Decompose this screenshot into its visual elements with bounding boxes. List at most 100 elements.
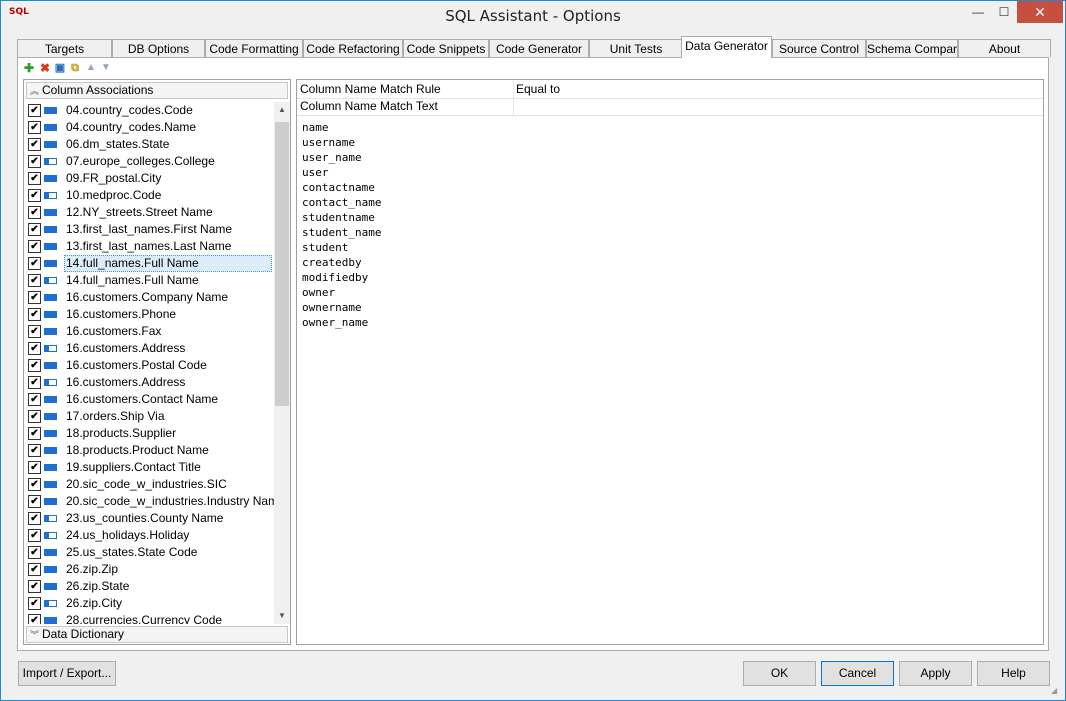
association-row[interactable]: ✔ 18.products.Product Name [26, 442, 272, 459]
association-row[interactable]: ✔ 10.medproc.Code [26, 187, 272, 204]
association-row[interactable]: ✔ 14.full_names.Full Name [26, 255, 272, 272]
association-row[interactable]: ✔ 26.zip.State [26, 578, 272, 595]
resize-grip-icon[interactable]: ◢ [1051, 686, 1061, 696]
association-row[interactable]: ✔ 25.us_states.State Code [26, 544, 272, 561]
tab-code-snippets[interactable]: Code Snippets [403, 39, 489, 57]
association-checkbox[interactable]: ✔ [28, 240, 41, 253]
import-export-button[interactable]: Import / Export... [18, 661, 116, 686]
tab-targets[interactable]: Targets [17, 39, 112, 57]
association-checkbox[interactable]: ✔ [28, 274, 41, 287]
association-checkbox[interactable]: ✔ [28, 546, 41, 559]
association-row[interactable]: ✔ 16.customers.Address [26, 340, 272, 357]
association-row[interactable]: ✔ 16.customers.Postal Code [26, 357, 272, 374]
tab-source-control[interactable]: Source Control [772, 39, 866, 57]
association-checkbox[interactable]: ✔ [28, 614, 41, 624]
association-checkbox[interactable]: ✔ [28, 427, 41, 440]
association-checkbox[interactable]: ✔ [28, 461, 41, 474]
property-row-match-text[interactable]: Column Name Match Text [297, 98, 1043, 116]
tab-code-generator[interactable]: Code Generator [489, 39, 589, 57]
association-row[interactable]: ✔ 20.sic_code_w_industries.SIC [26, 476, 272, 493]
association-checkbox[interactable]: ✔ [28, 410, 41, 423]
title-bar[interactable]: SQL SQL Assistant - Options — ☐ ✕ [1, 1, 1065, 31]
association-checkbox[interactable]: ✔ [28, 478, 41, 491]
association-row[interactable]: ✔ 16.customers.Phone [26, 306, 272, 323]
association-checkbox[interactable]: ✔ [28, 189, 41, 202]
association-checkbox[interactable]: ✔ [28, 597, 41, 610]
match-rule-value[interactable]: Equal to [516, 82, 560, 97]
scroll-up-icon[interactable]: ▲ [274, 102, 290, 118]
association-row[interactable]: ✔ 06.dm_states.State [26, 136, 272, 153]
association-checkbox[interactable]: ✔ [28, 342, 41, 355]
association-row[interactable]: ✔ 16.customers.Address [26, 374, 272, 391]
move-up-icon[interactable]: ▲ [85, 62, 97, 74]
scrollbar-thumb[interactable] [275, 122, 289, 406]
association-row[interactable]: ✔ 28.currencies.Currency Code [26, 612, 272, 624]
association-checkbox[interactable]: ✔ [28, 138, 41, 151]
association-row[interactable]: ✔ 04.country_codes.Code [26, 102, 272, 119]
tab-code-refactoring[interactable]: Code Refactoring [303, 39, 403, 57]
association-row[interactable]: ✔ 13.first_last_names.Last Name [26, 238, 272, 255]
minimize-button[interactable]: — [965, 1, 991, 23]
tab-code-formatting[interactable]: Code Formatting [205, 39, 303, 57]
association-checkbox[interactable]: ✔ [28, 359, 41, 372]
association-checkbox[interactable]: ✔ [28, 376, 41, 389]
association-row[interactable]: ✔ 17.orders.Ship Via [26, 408, 272, 425]
tab-about[interactable]: About [958, 39, 1051, 57]
maximize-button[interactable]: ☐ [991, 1, 1017, 23]
association-row[interactable]: ✔ 16.customers.Company Name [26, 289, 272, 306]
scroll-down-icon[interactable]: ▼ [274, 608, 290, 624]
association-row[interactable]: ✔ 23.us_counties.County Name [26, 510, 272, 527]
column-associations-list[interactable]: ✔ 04.country_codes.Code ✔ 04.country_codes.… [26, 102, 274, 624]
association-checkbox[interactable]: ✔ [28, 257, 41, 270]
edit-icon[interactable]: ▣ [54, 62, 66, 74]
apply-button[interactable]: Apply [899, 661, 972, 686]
association-checkbox[interactable]: ✔ [28, 580, 41, 593]
association-row[interactable]: ✔ 19.suppliers.Contact Title [26, 459, 272, 476]
association-checkbox[interactable]: ✔ [28, 529, 41, 542]
property-row-match-rule[interactable]: Column Name Match Rule Equal to [297, 81, 1043, 99]
tab-db-options[interactable]: DB Options [112, 39, 205, 57]
add-icon[interactable]: ✚ [23, 62, 35, 74]
association-row[interactable]: ✔ 12.NY_streets.Street Name [26, 204, 272, 221]
association-checkbox[interactable]: ✔ [28, 121, 41, 134]
association-row[interactable]: ✔ 26.zip.City [26, 595, 272, 612]
association-checkbox[interactable]: ✔ [28, 308, 41, 321]
help-button[interactable]: Help [977, 661, 1050, 686]
association-checkbox[interactable]: ✔ [28, 393, 41, 406]
vertical-scrollbar[interactable]: ▲ ▼ [274, 102, 290, 624]
column-associations-header[interactable]: ︽ Column Associations [26, 82, 288, 99]
association-checkbox[interactable]: ✔ [28, 444, 41, 457]
association-row[interactable]: ✔ 16.customers.Fax [26, 323, 272, 340]
move-down-icon[interactable]: ▼ [100, 62, 112, 74]
association-row[interactable]: ✔ 20.sic_code_w_industries.Industry Name [26, 493, 274, 510]
copy-icon[interactable]: ⧉ [69, 62, 81, 74]
association-row[interactable]: ✔ 14.full_names.Full Name [26, 272, 272, 289]
tab-schema-compare[interactable]: Schema Compare [866, 39, 958, 57]
ok-button[interactable]: OK [743, 661, 816, 686]
delete-icon[interactable]: ✖ [39, 62, 51, 74]
association-checkbox[interactable]: ✔ [28, 512, 41, 525]
association-row[interactable]: ✔ 24.us_holidays.Holiday [26, 527, 272, 544]
association-row[interactable]: ✔ 26.zip.Zip [26, 561, 272, 578]
match-names-editor[interactable]: name username user_name user contactname cont… [302, 120, 381, 330]
association-checkbox[interactable]: ✔ [28, 325, 41, 338]
data-dictionary-header[interactable]: ︾ Data Dictionary [26, 626, 288, 643]
association-checkbox[interactable]: ✔ [28, 206, 41, 219]
association-row[interactable]: ✔ 09.FR_postal.City [26, 170, 272, 187]
association-row[interactable]: ✔ 16.customers.Contact Name [26, 391, 272, 408]
cancel-button[interactable]: Cancel [821, 661, 894, 686]
close-button[interactable]: ✕ [1017, 1, 1063, 23]
association-checkbox[interactable]: ✔ [28, 172, 41, 185]
association-checkbox[interactable]: ✔ [28, 291, 41, 304]
association-checkbox[interactable]: ✔ [28, 495, 41, 508]
association-checkbox[interactable]: ✔ [28, 104, 41, 117]
association-checkbox[interactable]: ✔ [28, 155, 41, 168]
association-checkbox[interactable]: ✔ [28, 223, 41, 236]
association-row[interactable]: ✔ 13.first_last_names.First Name [26, 221, 272, 238]
association-row[interactable]: ✔ 18.products.Supplier [26, 425, 272, 442]
association-checkbox[interactable]: ✔ [28, 563, 41, 576]
association-row[interactable]: ✔ 07.europe_colleges.College [26, 153, 272, 170]
association-row[interactable]: ✔ 04.country_codes.Name [26, 119, 272, 136]
tab-data-generator[interactable]: Data Generator [681, 36, 772, 58]
tab-unit-tests[interactable]: Unit Tests [589, 39, 683, 57]
